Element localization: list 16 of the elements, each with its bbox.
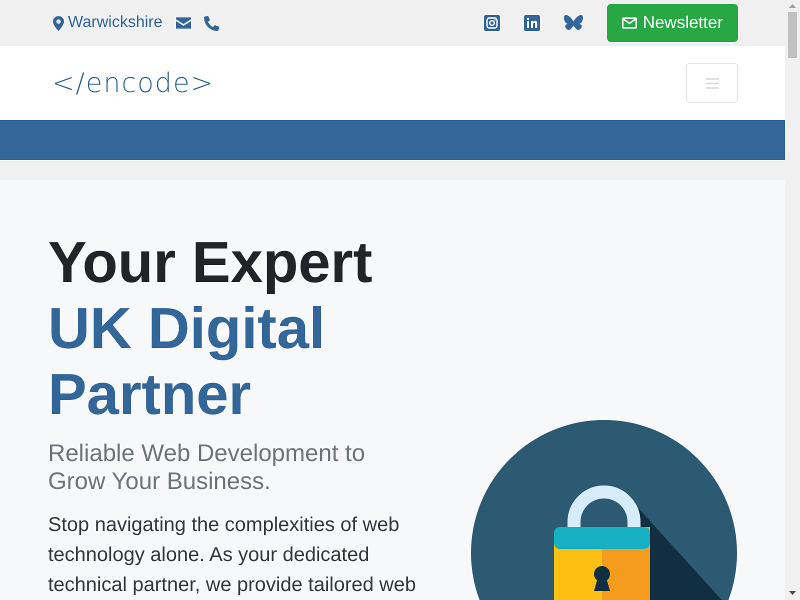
envelope-icon [622, 17, 637, 29]
linkedin-icon[interactable] [524, 15, 540, 31]
hero-subtitle: Reliable Web Development to Grow Your Business. [48, 440, 366, 496]
newsletter-button[interactable]: Newsletter [606, 4, 738, 42]
logo[interactable]: </encode> [52, 68, 214, 98]
location-text[interactable]: Warwickshire [68, 14, 163, 32]
scroll-down-arrow-icon[interactable] [789, 591, 796, 595]
menu-icon [706, 78, 718, 88]
envelope-icon[interactable] [176, 17, 191, 29]
phone-icon[interactable] [204, 16, 219, 30]
scrollbar-thumb[interactable] [788, 12, 797, 58]
map-pin-icon [53, 16, 64, 30]
butterfly-icon[interactable] [564, 14, 583, 32]
hero-heading: Your Expert UK Digital Partner [48, 230, 374, 428]
instagram-icon[interactable] [484, 15, 500, 31]
hero-paragraph: Stop navigating the complexities of web technology alone. As your dedicated technical partner, we provide tailored web [48, 513, 417, 598]
